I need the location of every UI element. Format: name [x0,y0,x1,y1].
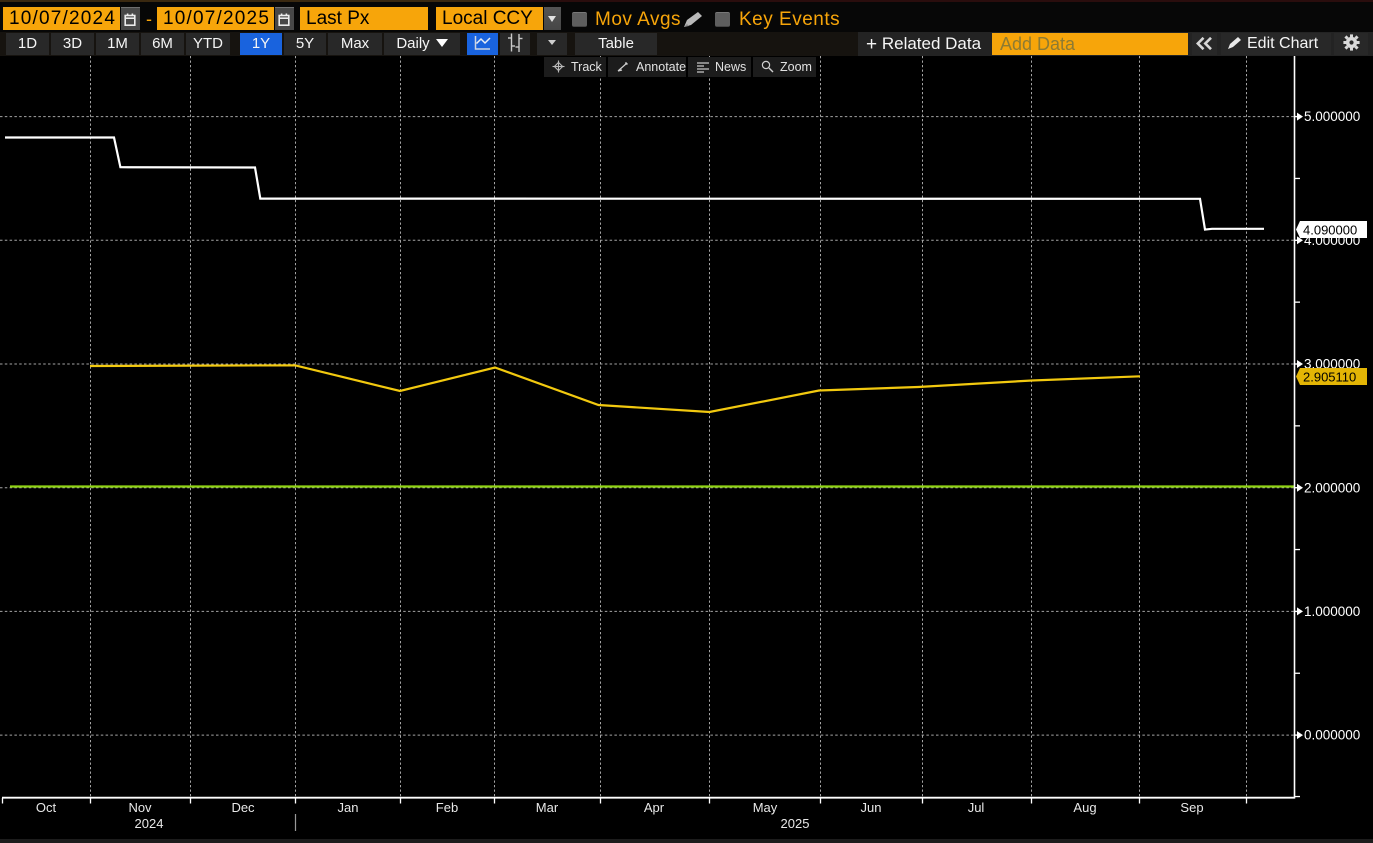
svg-text:0.000000: 0.000000 [1304,728,1360,743]
svg-text:Aug: Aug [1073,800,1096,815]
svg-text:Nov: Nov [128,800,152,815]
svg-text:2025: 2025 [781,816,810,831]
svg-text:2024: 2024 [135,816,164,831]
svg-text:Jan: Jan [338,800,359,815]
svg-text:Mar: Mar [536,800,559,815]
svg-text:Oct: Oct [36,800,57,815]
svg-text:2.000000: 2.000000 [1304,480,1360,495]
svg-text:Dec: Dec [231,800,255,815]
svg-text:Jul: Jul [968,800,985,815]
svg-text:2.905110: 2.905110 [1303,370,1356,385]
svg-text:4.090000: 4.090000 [1303,223,1357,238]
svg-text:5.000000: 5.000000 [1304,109,1360,124]
svg-text:May: May [753,800,778,815]
svg-text:Sep: Sep [1180,800,1203,815]
svg-text:Apr: Apr [644,800,665,815]
svg-text:Feb: Feb [436,800,458,815]
svg-text:1.000000: 1.000000 [1304,604,1360,619]
svg-text:Jun: Jun [861,800,882,815]
